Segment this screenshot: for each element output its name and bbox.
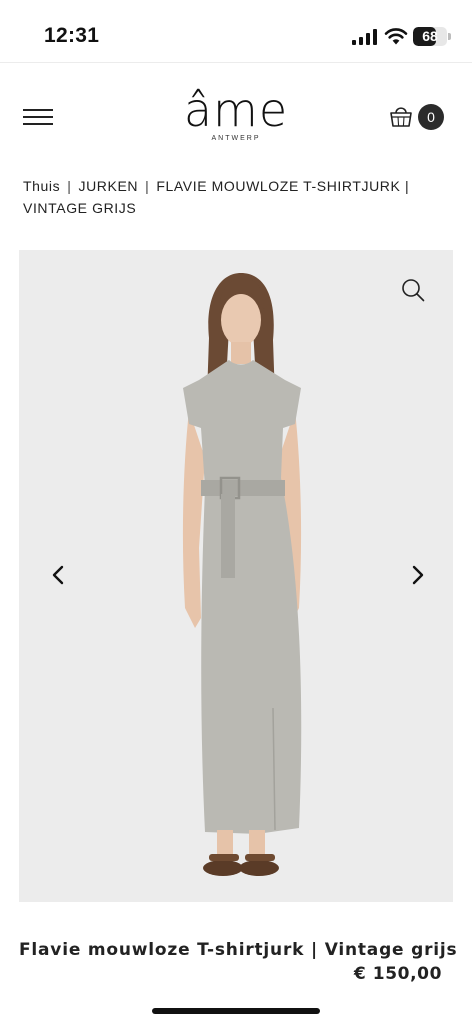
hamburger-line xyxy=(23,109,53,111)
cart-button[interactable]: 0 xyxy=(388,103,448,131)
chevron-right-icon[interactable] xyxy=(404,562,430,588)
logo-wordmark: âme xyxy=(183,83,289,137)
hamburger-line xyxy=(23,123,53,125)
zoom-icon[interactable] xyxy=(401,278,425,302)
shopping-basket-icon xyxy=(390,107,412,127)
breadcrumb-separator: | xyxy=(67,178,72,194)
wifi-icon xyxy=(384,28,408,45)
battery-icon: 68 xyxy=(413,27,447,46)
status-time: 12:31 xyxy=(44,24,100,47)
home-indicator[interactable] xyxy=(152,1008,320,1014)
breadcrumb-separator: | xyxy=(145,178,150,194)
cart-count-badge: 0 xyxy=(418,104,444,130)
battery-cap xyxy=(448,33,451,40)
hamburger-line xyxy=(23,116,53,118)
status-bar: 12:31 68 xyxy=(0,0,472,62)
breadcrumb-category[interactable]: JURKEN xyxy=(78,178,138,194)
product-gallery[interactable] xyxy=(19,250,453,902)
chevron-left-icon[interactable] xyxy=(46,562,72,588)
brand-logo[interactable]: âme ANTWERP xyxy=(168,86,304,148)
product-photo xyxy=(182,273,302,876)
breadcrumb-home[interactable]: Thuis xyxy=(23,178,60,194)
cellular-signal-icon xyxy=(352,29,377,45)
battery-level: 68 xyxy=(422,28,438,44)
breadcrumb: Thuis | JURKEN | FLAVIE MOUWLOZE T-SHIRTJURK… xyxy=(23,175,443,219)
product-title: Flavie mouwloze T-shirtjurk | Vintage gr… xyxy=(19,940,458,960)
hamburger-menu-button[interactable] xyxy=(20,104,56,130)
header-divider xyxy=(0,62,472,63)
product-price: € 150,00 xyxy=(353,964,442,984)
